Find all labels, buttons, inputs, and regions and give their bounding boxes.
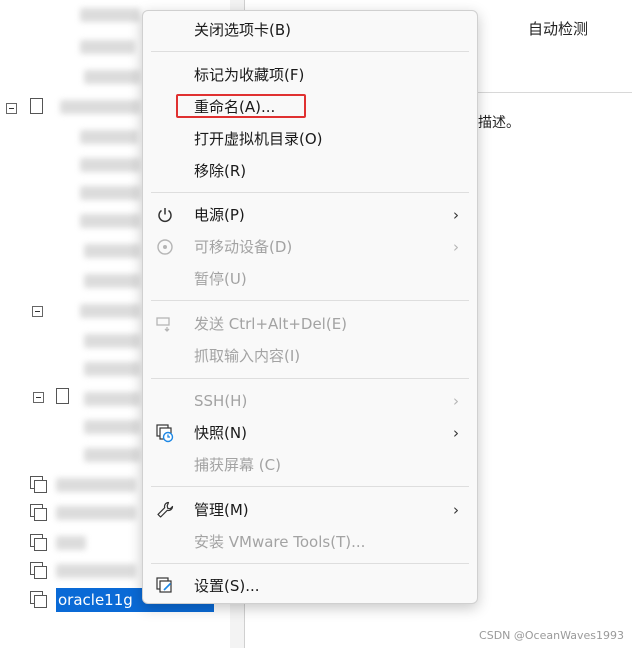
selected-vm-label[interactable]: oracle11g <box>58 590 133 610</box>
send-keys-icon <box>155 314 175 334</box>
menu-item-label: 标记为收藏项(F) <box>194 66 305 84</box>
chevron-right-icon: › <box>453 238 459 256</box>
menu-separator <box>151 192 469 193</box>
blurred-tree-item <box>56 506 136 520</box>
menu-item-label: 移除(R) <box>194 162 247 180</box>
chevron-right-icon: › <box>453 424 459 442</box>
menu-item-label: 管理(M) <box>194 501 249 519</box>
menu-item-label: 可移动设备(D) <box>194 238 293 256</box>
blurred-tree-item <box>84 420 140 434</box>
menu-item-label: 捕获屏幕 (C) <box>194 456 281 474</box>
menu-item-ssh[interactable]: SSH(H) › <box>143 386 477 416</box>
menu-item-label: 发送 Ctrl+Alt+Del(E) <box>194 315 348 333</box>
blurred-tree-item <box>84 334 140 348</box>
rename-highlight-annotation <box>176 94 306 118</box>
menu-separator <box>151 486 469 487</box>
blurred-tree-item <box>80 40 135 54</box>
chevron-right-icon: › <box>453 392 459 410</box>
menu-item-install-vmware-tools[interactable]: 安装 VMware Tools(T)... <box>143 527 477 557</box>
menu-item-label: 电源(P) <box>194 206 245 224</box>
blurred-tree-item <box>56 536 86 550</box>
menu-item-label: SSH(H) <box>194 392 248 410</box>
menu-separator <box>151 378 469 379</box>
chevron-right-icon: › <box>453 206 459 224</box>
menu-item-capture-screen[interactable]: 捕获屏幕 (C) <box>143 450 477 480</box>
menu-item-grab-input[interactable]: 抓取输入内容(I) <box>143 341 477 371</box>
blurred-tree-item <box>80 8 140 22</box>
blurred-tree-item <box>84 274 140 288</box>
menu-item-open-vm-directory[interactable]: 打开虚拟机目录(O) <box>143 124 477 154</box>
menu-item-close-tab[interactable]: 关闭选项卡(B) <box>143 15 477 45</box>
description-text: 描述。 <box>478 115 520 131</box>
blurred-tree-item <box>84 362 140 376</box>
blurred-tree-item <box>84 244 140 258</box>
blurred-tree-item <box>84 70 140 84</box>
blurred-tree-item <box>80 304 140 318</box>
watermark: CSDN @OceanWaves1993 <box>479 629 624 642</box>
menu-item-label: 抓取输入内容(I) <box>194 347 301 365</box>
blurred-tree-item <box>80 214 140 228</box>
menu-item-send-ctrl-alt-del[interactable]: 发送 Ctrl+Alt+Del(E) <box>143 309 477 339</box>
menu-separator <box>151 563 469 564</box>
vm-icon <box>30 534 47 551</box>
blurred-tree-item <box>80 130 138 144</box>
menu-item-manage[interactable]: 管理(M) › <box>143 495 477 525</box>
wrench-icon <box>155 500 175 520</box>
blurred-tree-item <box>56 478 136 492</box>
blurred-tree-item <box>80 158 140 172</box>
menu-item-settings[interactable]: 设置(S)... <box>143 571 477 601</box>
collapse-toggle[interactable] <box>6 103 17 114</box>
menu-item-mark-favorite[interactable]: 标记为收藏项(F) <box>143 60 477 90</box>
menu-separator <box>151 51 469 52</box>
network-adapter-value: 自动检测 <box>528 20 589 38</box>
vm-icon <box>30 476 47 493</box>
power-icon <box>155 205 175 225</box>
menu-item-label: 暂停(U) <box>194 270 247 288</box>
menu-item-label: 快照(N) <box>194 424 247 442</box>
vm-icon <box>30 562 47 579</box>
menu-item-snapshot[interactable]: 快照(N) › <box>143 418 477 448</box>
collapse-toggle[interactable] <box>33 392 44 403</box>
menu-item-label: 安装 VMware Tools(T)... <box>194 533 366 551</box>
blurred-tree-item <box>80 186 140 200</box>
menu-separator <box>151 300 469 301</box>
blurred-tree-item <box>60 100 140 114</box>
snapshot-icon <box>155 423 175 443</box>
chevron-right-icon: › <box>453 501 459 519</box>
blurred-tree-item <box>56 564 136 578</box>
folder-icon <box>56 388 69 404</box>
menu-item-pause[interactable]: 暂停(U) <box>143 264 477 294</box>
blurred-tree-item <box>84 448 140 462</box>
collapse-toggle[interactable] <box>32 306 43 317</box>
removable-device-icon <box>155 237 175 257</box>
menu-item-label: 打开虚拟机目录(O) <box>194 130 323 148</box>
menu-item-label: 设置(S)... <box>194 577 260 595</box>
menu-item-removable-devices[interactable]: 可移动设备(D) › <box>143 232 477 262</box>
menu-item-power[interactable]: 电源(P) › <box>143 200 477 230</box>
menu-item-remove[interactable]: 移除(R) <box>143 156 477 186</box>
folder-icon <box>30 98 43 114</box>
menu-item-label: 关闭选项卡(B) <box>194 21 291 39</box>
blurred-tree-item <box>84 392 140 406</box>
settings-icon <box>155 576 175 596</box>
vm-icon <box>30 591 47 608</box>
vm-icon <box>30 504 47 521</box>
